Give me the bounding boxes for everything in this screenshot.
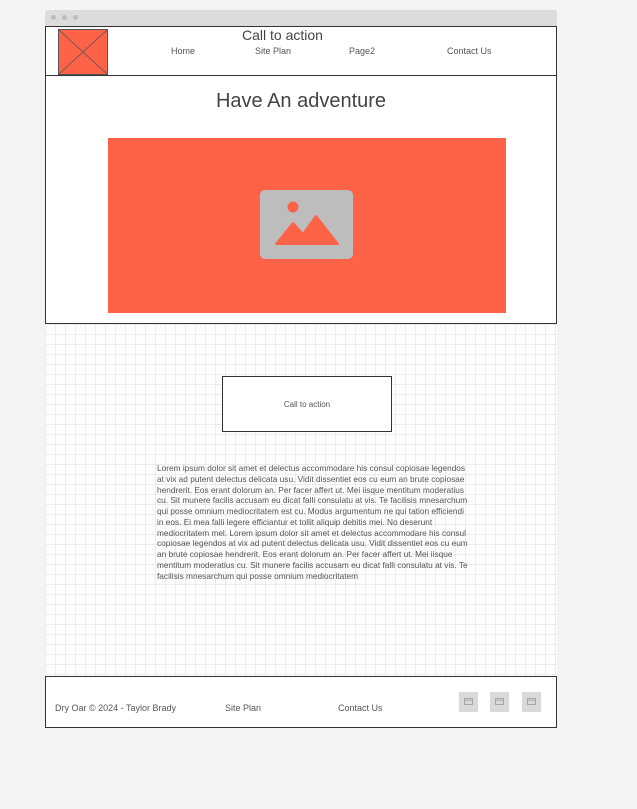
social-icon[interactable] [490, 692, 509, 712]
social-icon[interactable] [459, 692, 478, 712]
site-header: Call to action Home Site Plan Page2 Cont… [45, 26, 557, 76]
window-dot-icon [62, 15, 67, 20]
image-placeholder-cross-icon [59, 30, 107, 74]
logo-placeholder[interactable] [58, 29, 108, 75]
body-text: Lorem ipsum dolor sit amet et delectus a… [157, 463, 468, 581]
nav-site-plan[interactable]: Site Plan [255, 46, 291, 56]
footer-link-site-plan[interactable]: Site Plan [225, 703, 261, 713]
hero-title: Have An adventure [215, 90, 387, 112]
header-call-to-action[interactable]: Call to action [242, 27, 323, 43]
nav-contact-us[interactable]: Contact Us [447, 46, 492, 56]
site-footer: Dry Oar © 2024 - Taylor Brady Site Plan … [45, 676, 557, 728]
hero-image-placeholder [108, 138, 506, 313]
browser-window-bar [45, 10, 557, 26]
footer-copyright: Dry Oar © 2024 - Taylor Brady [55, 703, 177, 713]
nav-home[interactable]: Home [171, 46, 195, 56]
footer-link-contact-us[interactable]: Contact Us [338, 703, 383, 713]
nav-page2[interactable]: Page2 [349, 46, 375, 56]
content-section: Call to action Lorem ipsum dolor sit ame… [45, 324, 557, 676]
image-icon [260, 190, 353, 259]
call-to-action-button[interactable]: Call to action [222, 376, 392, 432]
window-dot-icon [73, 15, 78, 20]
hero-section: Have An adventure [45, 75, 557, 324]
window-dot-icon [51, 15, 56, 20]
social-icon[interactable] [522, 692, 541, 712]
